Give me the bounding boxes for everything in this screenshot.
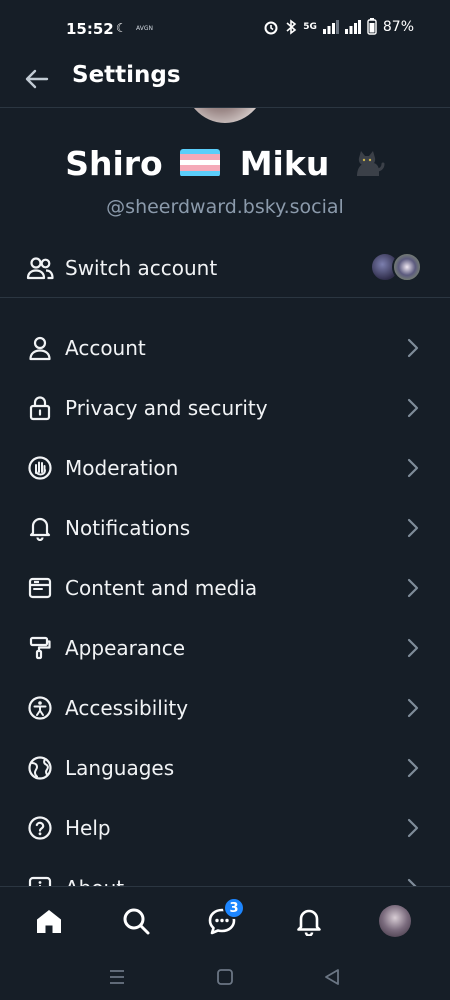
menu-item-accessibility[interactable]: Accessibility <box>0 678 450 738</box>
profile-name-first: Shiro <box>65 144 163 183</box>
tab-search[interactable] <box>116 901 156 941</box>
menu-item-label: Moderation <box>65 456 179 480</box>
moon-icon: ☾ <box>116 21 127 35</box>
paint-roller-icon <box>26 634 54 662</box>
bottom-tab-bar: 3 <box>0 886 450 954</box>
info-icon <box>26 874 54 886</box>
chat-unread-badge: 3 <box>223 897 245 919</box>
menu-item-label: Privacy and security <box>65 396 268 420</box>
battery-icon <box>367 18 377 35</box>
menu-item-label: Content and media <box>65 576 258 600</box>
system-nav-bar <box>0 954 450 1000</box>
window-icon <box>26 574 54 602</box>
switch-account-button[interactable]: Switch account <box>0 238 450 298</box>
home-nav-icon[interactable] <box>214 966 236 988</box>
account-avatars <box>370 252 424 284</box>
switch-account-label: Switch account <box>65 255 218 280</box>
signal-icon-2 <box>344 19 361 34</box>
status-time: 15:52 <box>66 20 114 38</box>
battery-percent: 87% <box>382 18 414 35</box>
profile-name: Shiro Miku <box>0 144 450 186</box>
status-bar: 15:52 ☾ AVGN 5G 87% <box>0 0 450 58</box>
settings-content[interactable]: Shiro Miku @sheerdward.bsky.social Switc… <box>0 108 450 886</box>
menu-item-content-media[interactable]: Content and media <box>0 558 450 618</box>
menu-item-label: Notifications <box>65 516 191 540</box>
chevron-right-icon <box>407 458 419 478</box>
bell-icon <box>26 514 54 542</box>
menu-item-about[interactable]: About <box>0 858 450 886</box>
tab-profile[interactable] <box>375 901 415 941</box>
chevron-right-icon <box>407 818 419 838</box>
chevron-right-icon <box>407 698 419 718</box>
chevron-right-icon <box>407 398 419 418</box>
search-icon <box>123 908 150 935</box>
menu-item-label: Accessibility <box>65 696 189 720</box>
trans-flag-icon <box>180 148 221 177</box>
back-button[interactable] <box>22 64 52 94</box>
globe-icon <box>26 754 54 782</box>
menu-item-label: Help <box>65 816 111 840</box>
network-type: 5G <box>303 21 317 32</box>
accessibility-icon <box>26 694 54 722</box>
bell-icon <box>297 909 321 936</box>
tab-notifications[interactable] <box>289 901 329 941</box>
chevron-right-icon <box>407 758 419 778</box>
lock-icon <box>26 394 54 422</box>
menu-item-account[interactable]: Account <box>0 318 450 378</box>
back-nav-icon[interactable] <box>321 966 343 988</box>
profile-tab-avatar <box>379 905 411 937</box>
page-title: Settings <box>72 62 181 88</box>
account-avatar-2 <box>392 252 422 282</box>
menu-item-moderation[interactable]: Moderation <box>0 438 450 498</box>
menu-item-help[interactable]: Help <box>0 798 450 858</box>
recents-icon[interactable] <box>106 966 128 988</box>
back-arrow-icon <box>25 69 49 89</box>
menu-item-notifications[interactable]: Notifications <box>0 498 450 558</box>
chevron-right-icon <box>407 578 419 598</box>
person-icon <box>26 334 54 362</box>
hand-icon <box>26 454 54 482</box>
tab-home[interactable] <box>29 901 69 941</box>
header: Settings <box>0 58 450 108</box>
help-icon <box>26 814 54 842</box>
menu-item-label: Languages <box>65 756 175 780</box>
profile-name-second: Miku <box>239 144 330 183</box>
profile-handle: @sheerdward.bsky.social <box>106 196 344 218</box>
menu-item-label: About <box>65 876 124 886</box>
signal-icon <box>322 19 339 34</box>
settings-menu: Account Privacy and security Moderation … <box>0 318 450 886</box>
status-icons: 5G 87% <box>263 18 414 35</box>
home-icon <box>37 910 61 933</box>
menu-item-appearance[interactable]: Appearance <box>0 618 450 678</box>
menu-item-languages[interactable]: Languages <box>0 738 450 798</box>
profile-avatar[interactable] <box>180 108 270 126</box>
chevron-right-icon <box>407 338 419 358</box>
menu-item-privacy[interactable]: Privacy and security <box>0 378 450 438</box>
chevron-right-icon <box>407 638 419 658</box>
chevron-right-icon <box>407 518 419 538</box>
alarm-icon <box>264 21 278 34</box>
people-icon <box>26 254 54 282</box>
chevron-right-icon <box>407 878 417 886</box>
status-app-logo: AVGN <box>136 25 153 32</box>
black-cat-icon <box>356 150 385 176</box>
menu-item-label: Account <box>65 336 146 360</box>
menu-item-label: Appearance <box>65 636 186 660</box>
bluetooth-icon <box>286 18 297 35</box>
